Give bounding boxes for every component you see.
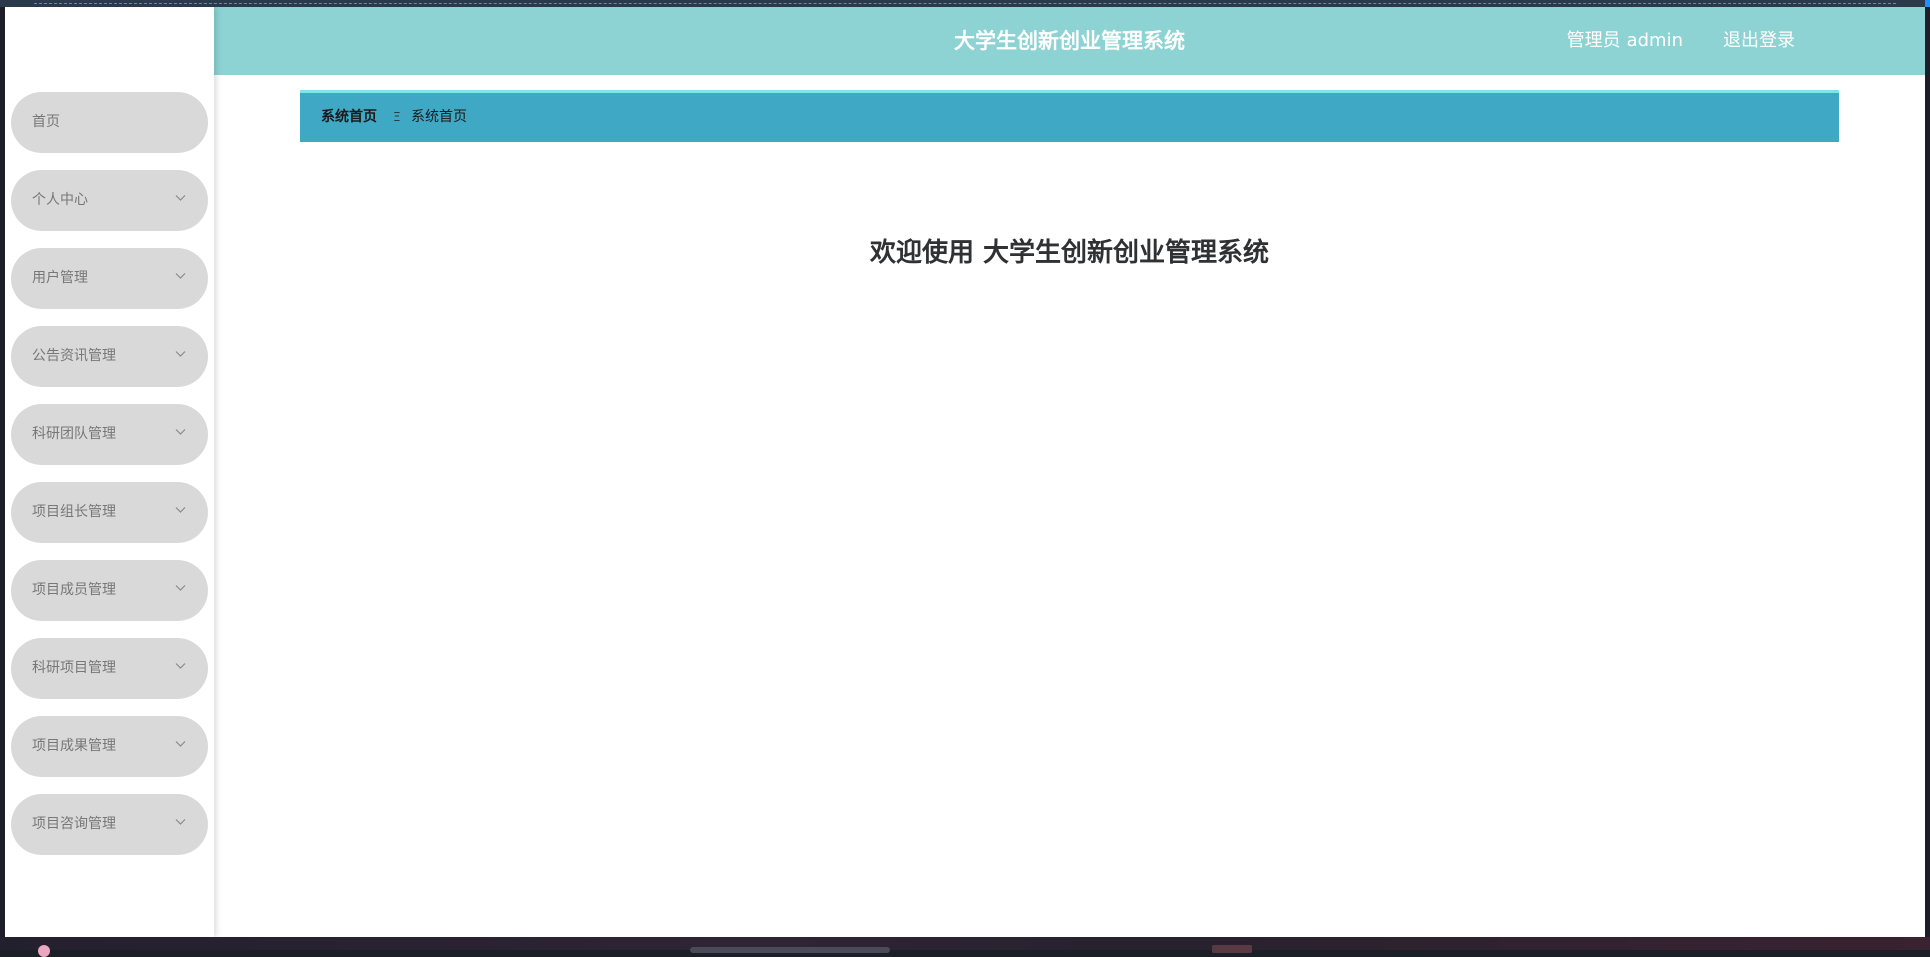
app-window: 首页 个人中心 用户管理 公告资讯管理 科研团队管理 项目组长管理 项目成员管理… [5, 7, 1925, 937]
sidebar-item-label: 科研项目管理 [32, 660, 116, 676]
sidebar-item-research-project-management[interactable]: 科研项目管理 [11, 638, 208, 699]
sidebar-item-user-management[interactable]: 用户管理 [11, 248, 208, 309]
sidebar-item-label: 项目咨询管理 [32, 816, 116, 832]
sidebar-item-research-team-management[interactable]: 科研团队管理 [11, 404, 208, 465]
sidebar-item-label: 首页 [32, 114, 60, 130]
chevron-down-icon [175, 195, 186, 201]
chevron-down-icon [175, 819, 186, 825]
chevron-down-icon [175, 663, 186, 669]
taskbar-item[interactable] [690, 947, 890, 953]
user-name: admin [1626, 30, 1683, 51]
sidebar-item-label: 用户管理 [32, 270, 88, 286]
taskbar-app-icon[interactable] [38, 945, 50, 957]
taskbar-item[interactable] [1212, 945, 1252, 953]
top-header: 大学生创新创业管理系统 管理员 admin 退出登录 [214, 7, 1925, 75]
sidebar-item-home[interactable]: 首页 [11, 92, 208, 153]
logout-button[interactable]: 退出登录 [1723, 7, 1795, 75]
welcome-message: 欢迎使用 大学生创新创业管理系统 [869, 238, 1270, 268]
sidebar-item-project-consultation-management[interactable]: 项目咨询管理 [11, 794, 208, 855]
sidebar-item-label: 项目组长管理 [32, 504, 116, 520]
chevron-down-icon [175, 429, 186, 435]
chevron-down-icon [175, 585, 186, 591]
os-taskbar [0, 937, 1930, 957]
sidebar-item-label: 科研团队管理 [32, 426, 116, 442]
user-role: 管理员 [1566, 30, 1621, 51]
breadcrumb-current: 系统首页 [411, 109, 467, 125]
sidebar-item-project-leader-management[interactable]: 项目组长管理 [11, 482, 208, 543]
breadcrumb: 系统首页 Ξ 系统首页 [300, 90, 1839, 142]
chevron-down-icon [175, 273, 186, 279]
chevron-down-icon [175, 741, 186, 747]
breadcrumb-separator-icon: Ξ [393, 110, 401, 124]
screen: 首页 个人中心 用户管理 公告资讯管理 科研团队管理 项目组长管理 项目成员管理… [0, 0, 1930, 957]
sidebar-item-label: 个人中心 [32, 192, 88, 208]
current-user: 管理员 admin [1567, 7, 1683, 75]
sidebar-item-label: 公告资讯管理 [32, 348, 116, 364]
sidebar-item-announcement-management[interactable]: 公告资讯管理 [11, 326, 208, 387]
sidebar: 首页 个人中心 用户管理 公告资讯管理 科研团队管理 项目组长管理 项目成员管理… [5, 7, 214, 937]
sidebar-item-project-member-management[interactable]: 项目成员管理 [11, 560, 208, 621]
sidebar-item-label: 项目成员管理 [32, 582, 116, 598]
breadcrumb-home-link[interactable]: 系统首页 [321, 93, 377, 142]
window-frame-top [0, 0, 1930, 7]
sidebar-item-project-achievement-management[interactable]: 项目成果管理 [11, 716, 208, 777]
sidebar-item-label: 项目成果管理 [32, 738, 116, 754]
chevron-down-icon [175, 507, 186, 513]
window-frame-corner [1925, 0, 1930, 7]
chevron-down-icon [175, 351, 186, 357]
sidebar-item-personal-center[interactable]: 个人中心 [11, 170, 208, 231]
